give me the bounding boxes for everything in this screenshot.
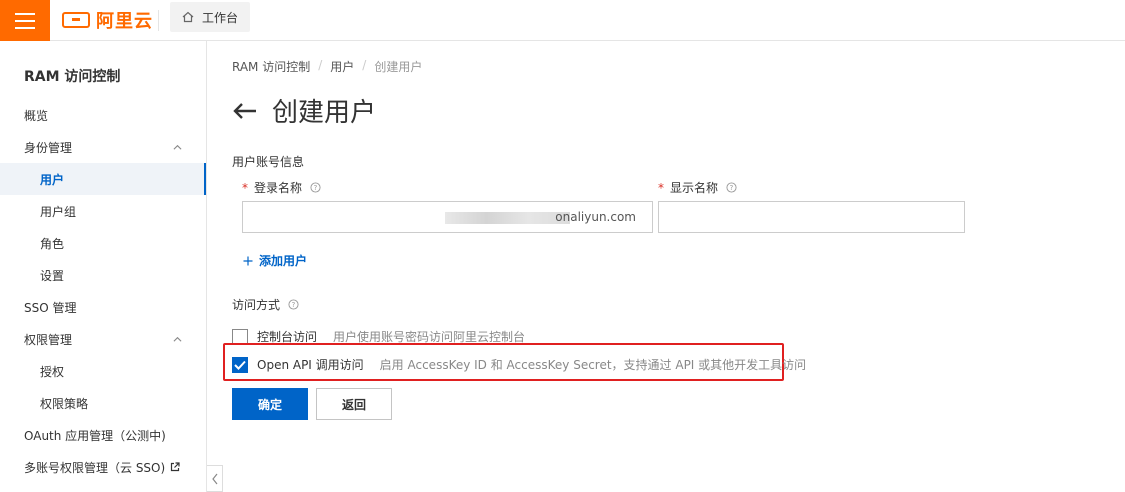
login-name-domain: onaliyun.com bbox=[555, 210, 636, 224]
login-name-input[interactable]: onaliyun.com bbox=[242, 201, 653, 233]
user-info-section-label: 用户账号信息 bbox=[232, 155, 305, 169]
sidebar-item-label: 多账号权限管理（云 SSO) bbox=[24, 460, 166, 475]
help-icon[interactable]: ? bbox=[726, 182, 737, 193]
sidebar-item-label: 权限策略 bbox=[40, 396, 89, 411]
display-name-input[interactable] bbox=[658, 201, 965, 233]
plus-icon bbox=[243, 256, 253, 265]
sidebar-item-identity-management[interactable]: 身份管理 bbox=[0, 131, 206, 163]
login-name-label: * 登录名称 ? bbox=[242, 179, 321, 196]
aliyun-logo-icon bbox=[62, 12, 90, 28]
sidebar-item-label: SSO 管理 bbox=[24, 300, 77, 315]
api-access-label: Open API 调用访问 bbox=[257, 358, 364, 372]
home-icon bbox=[182, 11, 194, 23]
api-access-checkbox[interactable] bbox=[232, 356, 248, 373]
check-icon bbox=[234, 360, 246, 370]
sidebar-item-permission-management[interactable]: 权限管理 bbox=[0, 323, 206, 355]
breadcrumb-item-current: 创建用户 bbox=[374, 60, 423, 74]
sidebar-item-user-groups[interactable]: 用户组 bbox=[0, 195, 206, 227]
sidebar-item-settings[interactable]: 设置 bbox=[0, 259, 206, 291]
add-user-button[interactable]: 添加用户 bbox=[243, 252, 307, 269]
sidebar-title: RAM 访问控制 bbox=[24, 69, 121, 85]
sidebar-item-label: 身份管理 bbox=[24, 140, 73, 155]
divider bbox=[158, 10, 159, 31]
sidebar-item-cloud-sso[interactable]: 多账号权限管理（云 SSO) bbox=[0, 451, 206, 483]
sidebar-item-label: 权限管理 bbox=[24, 332, 73, 347]
sidebar-item-label: 授权 bbox=[40, 364, 65, 379]
svg-text:?: ? bbox=[292, 301, 296, 309]
hamburger-menu-button[interactable] bbox=[0, 0, 50, 41]
required-marker: * bbox=[658, 180, 664, 195]
sidebar-item-roles[interactable]: 角色 bbox=[0, 227, 206, 259]
sidebar-item-oauth-apps[interactable]: OAuth 应用管理（公测中) bbox=[0, 419, 206, 451]
logo-text: 阿里云 bbox=[96, 11, 153, 32]
chevron-up-icon bbox=[173, 144, 182, 150]
help-icon[interactable]: ? bbox=[310, 182, 321, 193]
sidebar-item-sso[interactable]: SSO 管理 bbox=[0, 291, 206, 323]
menu-line-icon bbox=[15, 12, 35, 15]
api-access-option[interactable]: Open API 调用访问 启用 AccessKey ID 和 AccessKe… bbox=[232, 356, 806, 373]
confirm-button[interactable]: 确定 bbox=[232, 388, 308, 420]
chevron-left-icon bbox=[211, 473, 217, 484]
workbench-button[interactable]: 工作台 bbox=[170, 2, 251, 32]
add-user-label: 添加用户 bbox=[259, 254, 308, 268]
sidebar-item-label: 设置 bbox=[40, 268, 65, 283]
breadcrumb-separator: / bbox=[318, 58, 323, 72]
chevron-up-icon bbox=[173, 336, 182, 342]
menu-line-icon bbox=[15, 19, 35, 22]
external-link-icon bbox=[171, 462, 180, 472]
sidebar-item-label: 概览 bbox=[24, 108, 49, 123]
sidebar-item-users[interactable]: 用户 bbox=[0, 163, 206, 195]
page-header: 创建用户 bbox=[232, 92, 376, 129]
breadcrumb-item-users[interactable]: 用户 bbox=[330, 58, 354, 75]
aliyun-logo[interactable]: 阿里云 bbox=[62, 8, 153, 32]
workbench-label: 工作台 bbox=[202, 10, 239, 25]
svg-text:?: ? bbox=[314, 184, 318, 192]
sidebar-collapse-button[interactable] bbox=[207, 465, 223, 492]
svg-text:?: ? bbox=[730, 184, 734, 192]
breadcrumb-item-ram[interactable]: RAM 访问控制 bbox=[232, 58, 310, 75]
sidebar: RAM 访问控制 概览 身份管理 用户 用户组 角色 设置 SSO 管理 权限管… bbox=[0, 41, 207, 492]
sidebar-item-label: OAuth 应用管理（公测中) bbox=[24, 428, 166, 443]
sidebar-item-label: 用户 bbox=[40, 172, 65, 187]
breadcrumb-separator: / bbox=[362, 58, 367, 72]
display-name-label-text: 显示名称 bbox=[670, 181, 719, 195]
access-mode-label: 访问方式 ? bbox=[232, 296, 299, 313]
api-access-desc: 启用 AccessKey ID 和 AccessKey Secret，支持通过 … bbox=[379, 358, 807, 372]
back-arrow-icon[interactable] bbox=[232, 101, 258, 121]
display-name-label: * 显示名称 ? bbox=[658, 179, 737, 196]
sidebar-item-policies[interactable]: 权限策略 bbox=[0, 387, 206, 419]
redacted-text bbox=[445, 212, 570, 224]
back-button[interactable]: 返回 bbox=[316, 388, 392, 420]
sidebar-item-label: 角色 bbox=[40, 236, 65, 251]
page-title: 创建用户 bbox=[272, 98, 377, 128]
sidebar-item-overview[interactable]: 概览 bbox=[0, 99, 206, 131]
breadcrumb: RAM 访问控制 / 用户 / 创建用户 bbox=[232, 58, 422, 75]
help-icon[interactable]: ? bbox=[288, 299, 299, 310]
access-mode-label-text: 访问方式 bbox=[232, 298, 281, 312]
menu-line-icon bbox=[15, 26, 35, 29]
top-bar: 阿里云 工作台 bbox=[0, 0, 1125, 41]
required-marker: * bbox=[242, 180, 248, 195]
sidebar-item-label: 用户组 bbox=[40, 204, 77, 219]
sidebar-item-grants[interactable]: 授权 bbox=[0, 355, 206, 387]
login-name-label-text: 登录名称 bbox=[254, 181, 303, 195]
